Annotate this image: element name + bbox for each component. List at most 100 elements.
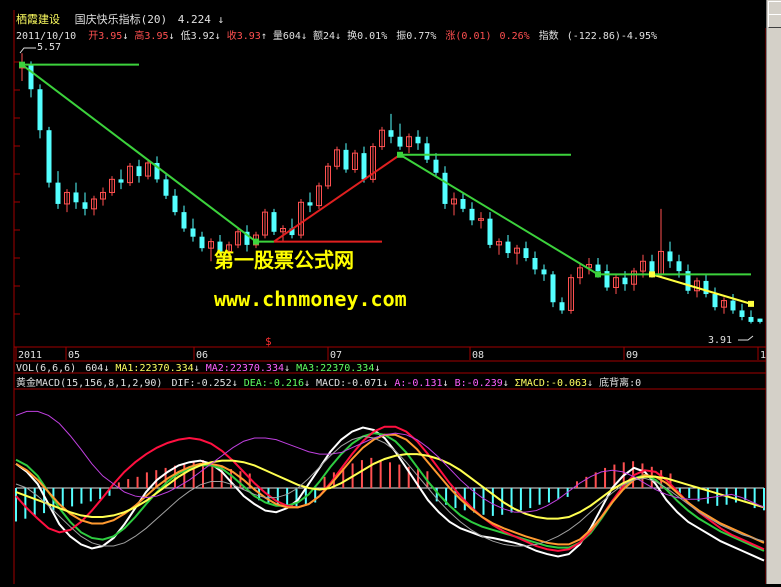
candle-body-down xyxy=(757,318,763,322)
macd-line-green xyxy=(15,432,765,552)
candle-body-down xyxy=(712,294,718,308)
amount-label: 额 xyxy=(313,29,323,42)
candle-body-down xyxy=(307,202,313,206)
candle-body-down xyxy=(82,202,88,209)
ma1-value: 22370.334 xyxy=(139,363,193,374)
candle-body-down xyxy=(622,277,628,285)
chart-canvas[interactable]: 栖霞建设 国庆快乐指标(20) 4.224 ↓ 2011/10/10 开3.95… xyxy=(0,0,772,584)
candle-body-down xyxy=(28,64,34,90)
low-value: 3.92 xyxy=(191,31,215,42)
indicator-name: 国庆快乐指标(20) xyxy=(75,12,168,26)
low-marker: 3.91 xyxy=(708,335,732,346)
vol-value: 604 xyxy=(283,31,301,42)
div-label: 底背离: xyxy=(599,376,635,389)
candle-body-down xyxy=(190,228,196,237)
pivot-marker xyxy=(595,271,601,278)
macd-line-orange xyxy=(15,433,765,546)
candle-body-down xyxy=(487,218,493,245)
candle-body-down xyxy=(388,130,394,137)
ma1-label: MA1: xyxy=(115,363,139,374)
candle-body-down xyxy=(505,241,511,254)
ma3-value: 22370.334 xyxy=(320,363,374,374)
macd-value: -0.071 xyxy=(346,378,382,389)
candle-body-down xyxy=(199,236,205,249)
ma2-label: MA2: xyxy=(206,363,230,374)
candle-body-down xyxy=(136,166,142,177)
macd-title: 黄金MACD(15,156,8,1,2,90) xyxy=(16,376,162,389)
candle-body-down xyxy=(748,316,754,322)
price-grid xyxy=(14,61,20,315)
indicator-value: 4.224 xyxy=(178,13,211,26)
close-value: 3.93 xyxy=(237,31,261,42)
stock-name: 栖霞建设 xyxy=(16,12,60,26)
trend-line-yellow xyxy=(651,273,752,305)
candle-body-down xyxy=(730,300,736,311)
chart-window: 栖霞建设 国庆快乐指标(20) 4.224 ↓ 2011/10/10 开3.95… xyxy=(0,0,781,584)
macd-line-gray xyxy=(15,435,765,547)
time-axis-label: 09 xyxy=(626,350,638,361)
indicator-arrow: ↓ xyxy=(218,13,225,26)
chg-value: (0.01) xyxy=(455,31,491,42)
candle-body-down xyxy=(595,264,601,272)
quote-date: 2011/10/10 xyxy=(16,31,76,42)
dea-value: -0.216 xyxy=(268,378,304,389)
macd-line: 黄金MACD(15,156,8,1,2,90) DIF:-0.252↓ DEA:… xyxy=(16,376,641,389)
low-marker-leader xyxy=(738,335,754,341)
high-marker-leader xyxy=(19,47,36,54)
candle-body-down xyxy=(559,302,565,311)
candle-body-down xyxy=(172,195,178,213)
time-axis: 2011050607080910 xyxy=(15,347,772,361)
macd-label: MACD: xyxy=(316,378,346,389)
amp-value: 0.77% xyxy=(406,31,436,42)
header-row-1: 栖霞建设 国庆快乐指标(20) 4.224 ↓ xyxy=(16,12,224,26)
a-label: A: xyxy=(394,378,406,389)
vertical-scrollbar[interactable] xyxy=(766,0,781,584)
low-label: 低 xyxy=(181,29,191,42)
header-row-2: 2011/10/10 开3.95↓ 高3.95↓ 低3.92↓ 收3.93↑ 量… xyxy=(16,29,657,42)
candles xyxy=(19,53,763,324)
candle-body-down xyxy=(46,130,52,183)
candle-body-down xyxy=(37,89,43,131)
close-label: 收 xyxy=(227,29,237,42)
time-axis-label: 06 xyxy=(196,350,208,361)
turnover-value: 0.01% xyxy=(357,31,387,42)
dif-label: DIF: xyxy=(171,378,195,389)
dif-value: -0.252 xyxy=(196,378,232,389)
amount-value: 24 xyxy=(323,31,335,42)
candle-body-down xyxy=(550,274,556,303)
high-marker: 5.57 xyxy=(37,42,61,53)
b-value: -0.239 xyxy=(467,378,503,389)
watermark-url: www.chnmoney.com xyxy=(214,287,407,311)
candle-body-down xyxy=(532,257,538,270)
candle-body-down xyxy=(55,182,61,204)
high-value: 3.95 xyxy=(144,31,168,42)
ma2-value: 22370.334 xyxy=(230,363,284,374)
dea-label: DEA: xyxy=(244,378,268,389)
candle-body-down xyxy=(424,143,430,160)
candle-body-down xyxy=(460,199,466,209)
candle-body-down xyxy=(397,136,403,147)
scroll-down-button[interactable] xyxy=(768,14,781,28)
chg-pct: 0.26% xyxy=(500,31,530,42)
candle-body-down xyxy=(415,136,421,144)
scroll-up-button[interactable] xyxy=(768,1,781,15)
candle-body-down xyxy=(442,172,448,204)
open-value: 3.95 xyxy=(98,31,122,42)
dollar-marker: $ xyxy=(265,335,272,348)
candle-body-down xyxy=(433,159,439,173)
smacd-label: ΣMACD: xyxy=(515,378,551,389)
chg-label: 涨 xyxy=(445,30,455,42)
vol-title: VOL(6,6,6) xyxy=(16,363,76,374)
open-label: 开 xyxy=(88,31,98,42)
trend-lines xyxy=(19,61,754,307)
time-axis-label: 08 xyxy=(472,350,484,361)
index-label: 指数 xyxy=(539,29,559,42)
candle-body-down xyxy=(73,192,79,203)
turnover-label: 换 xyxy=(347,29,357,42)
index-value: (-122.86)-4.95% xyxy=(567,31,657,42)
candle-body-down xyxy=(163,179,169,196)
pivot-marker xyxy=(397,151,403,158)
pivot-marker xyxy=(19,61,25,68)
amp-label: 振 xyxy=(396,29,406,42)
candle-body-down xyxy=(343,149,349,170)
